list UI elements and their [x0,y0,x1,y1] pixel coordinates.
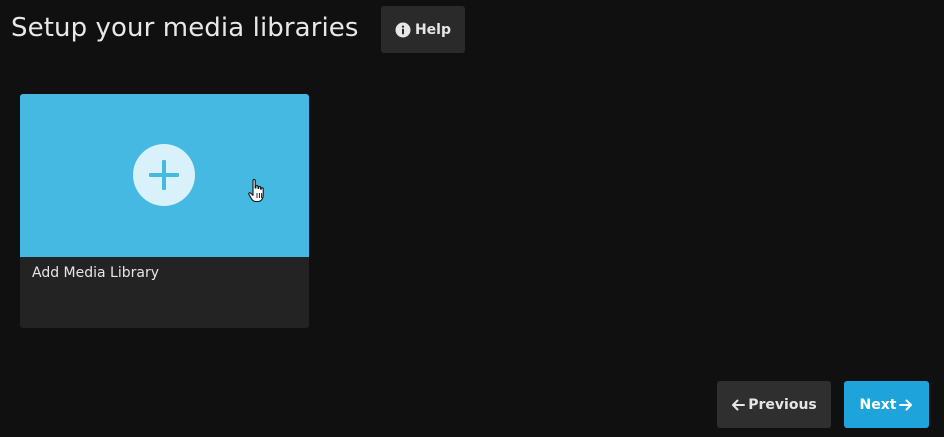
next-button-label: Next [859,396,897,413]
add-icon [133,144,195,206]
info-icon [395,22,411,38]
arrow-left-icon [732,399,746,410]
next-button[interactable]: Next [844,381,929,428]
help-button[interactable]: Help [381,6,465,53]
arrow-right-icon [899,399,913,410]
page-title: Setup your media libraries [11,13,359,43]
previous-button-label: Previous [748,396,817,413]
help-button-label: Help [414,21,452,38]
card-label: Add Media Library [32,265,160,281]
add-media-library-card[interactable]: Add Media Library [20,94,309,328]
card-image [20,94,309,257]
hand-cursor-icon [248,178,266,204]
previous-button[interactable]: Previous [717,381,831,428]
